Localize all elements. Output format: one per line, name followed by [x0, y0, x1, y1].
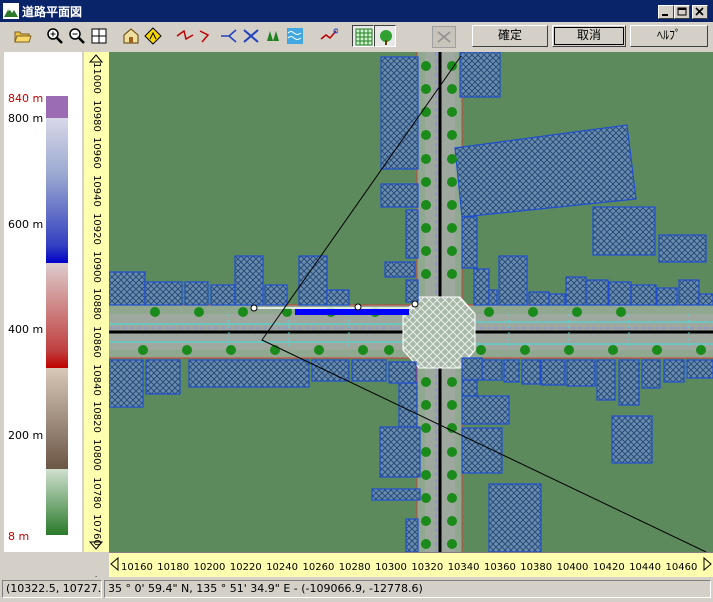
elevation-color-bar [46, 96, 68, 535]
profile-tool-button[interactable] [318, 25, 340, 47]
grid-icon [355, 28, 373, 46]
horizontal-ruler-tick: 10400 [556, 562, 589, 573]
horizontal-ruler-tick: 10200 [193, 562, 226, 573]
confirm-button[interactable]: 確定 [472, 25, 548, 47]
horizontal-ruler-tick: 10360 [484, 562, 516, 573]
building-tool-button[interactable] [120, 25, 142, 47]
route-control-point[interactable] [250, 304, 258, 312]
legend-label-400: 400 m [8, 323, 44, 336]
vertical-ruler-tick: 10760 [91, 514, 102, 547]
intersection-tool-button[interactable] [240, 25, 262, 47]
zoom-in-button[interactable] [44, 25, 66, 47]
legend-label-800: 800 m [8, 112, 44, 125]
ruler-corner [84, 552, 109, 576]
map-canvas[interactable] [109, 52, 713, 552]
app-icon [3, 3, 19, 19]
polyline-icon [176, 29, 194, 41]
disabled-tool-button[interactable] [432, 26, 456, 48]
vertical-ruler-tick: 11000 [91, 62, 102, 94]
horizontal-ruler-tick: 10220 [229, 562, 262, 573]
close-icon [695, 7, 704, 16]
vertical-ruler-tick: 10820 [91, 401, 102, 434]
vertical-ruler-tick: 10940 [91, 175, 102, 207]
horizontal-ruler-tick: 10440 [629, 562, 661, 573]
status-bar: (10322.5, 10727.9) 35 ° 0' 59.4" N, 135 … [0, 578, 713, 602]
route-tool-3-button[interactable] [218, 25, 240, 47]
route-control-point[interactable] [411, 300, 419, 308]
route-tool-2-button[interactable] [196, 25, 218, 47]
window-title: 道路平面図 [22, 5, 83, 19]
zoom-out-icon [69, 28, 85, 44]
cursor-coordinates: (10322.5, 10727.9) [2, 580, 102, 598]
horizontal-ruler-tick: 10420 [592, 562, 625, 573]
vertical-ruler-tick: 10840 [91, 363, 102, 396]
ruler-arrow-right-icon [703, 556, 712, 572]
road-sign-tool-button[interactable] [142, 25, 164, 47]
fit-view-button[interactable] [88, 25, 110, 47]
vertical-ruler-tick: 10980 [91, 99, 102, 132]
tree-tool-button[interactable] [262, 25, 284, 47]
horizontal-ruler[interactable]: 10160 10180 10200 10220 10240 10260 10280 10300… [109, 552, 713, 577]
legend-label-min: 8 m [8, 530, 30, 543]
open-file-button[interactable] [12, 25, 34, 47]
route-tool-1-button[interactable] [174, 25, 196, 47]
grid-toggle-button[interactable] [352, 25, 374, 47]
close-button[interactable] [692, 5, 708, 19]
title-bar: 道路平面図 [0, 0, 713, 22]
horizontal-ruler-tick: 10180 [157, 562, 190, 573]
elevation-legend: 840 m 800 m 600 m 400 m 200 m 8 m [4, 52, 82, 552]
vertical-ruler-tick: 10860 [91, 325, 102, 358]
horizontal-ruler-tick: 10260 [302, 562, 335, 573]
zoom-out-button[interactable] [66, 25, 88, 47]
horizontal-ruler-tick: 10380 [520, 562, 553, 573]
profile-icon [320, 28, 338, 40]
building-icon [123, 28, 139, 44]
terrain-toggle-button[interactable] [374, 25, 396, 47]
horizontal-ruler-tick: 10340 [447, 562, 480, 573]
minimize-button[interactable] [658, 5, 674, 19]
maximize-button[interactable] [674, 5, 690, 19]
road-plan-map[interactable] [109, 52, 713, 552]
horizontal-ruler-tick: 10320 [411, 562, 444, 573]
branch-line-icon [221, 29, 237, 43]
horizontal-ruler-tick: 10280 [338, 562, 371, 573]
minimize-icon [662, 14, 668, 16]
tree-icon [267, 31, 279, 41]
horizontal-ruler-tick: 10460 [665, 562, 698, 573]
maximize-icon [677, 7, 687, 16]
zoom-in-icon [47, 28, 63, 44]
legend-label-600: 600 m [8, 218, 44, 231]
terrain-icon [380, 30, 392, 45]
horizontal-ruler-tick: 10160 [121, 562, 153, 573]
vertical-ruler-tick: 10960 [91, 137, 102, 170]
legend-label-max: 840 m [8, 92, 44, 105]
cancel-button[interactable]: 取消 [552, 25, 626, 47]
road-sign-icon [144, 27, 162, 45]
ruler-arrow-left-icon [110, 556, 119, 572]
water-tool-button[interactable] [284, 25, 306, 47]
vertical-ruler-tick: 10920 [91, 212, 102, 245]
horizontal-ruler-tick: 10300 [375, 562, 407, 573]
vertical-ruler-tick: 10880 [91, 288, 102, 320]
legend-label-200: 200 m [8, 429, 44, 442]
horizontal-ruler-tick: 10240 [266, 562, 298, 573]
help-button[interactable]: ﾍﾙﾌﾟ [630, 25, 708, 47]
vertical-ruler-tick: 10800 [91, 439, 102, 471]
route-control-point[interactable] [354, 303, 362, 311]
geo-coordinates: 35 ° 0' 59.4" N, 135 ° 51' 34.9" E - (-1… [104, 580, 711, 598]
water-icon [287, 28, 303, 44]
intersection-icon [243, 29, 259, 43]
vertical-ruler-tick: 10900 [91, 250, 102, 283]
open-folder-icon [14, 31, 32, 43]
vertical-ruler[interactable]: 11000 10980 10960 10940 10920 10900 10880 10860… [84, 52, 110, 584]
vertical-ruler-tick: 10780 [91, 476, 102, 509]
cross-icon [437, 31, 451, 43]
toolbar: 確定 取消 ﾍﾙﾌﾟ [0, 22, 713, 52]
polyline-icon [199, 30, 210, 43]
fit-view-icon [91, 28, 107, 44]
